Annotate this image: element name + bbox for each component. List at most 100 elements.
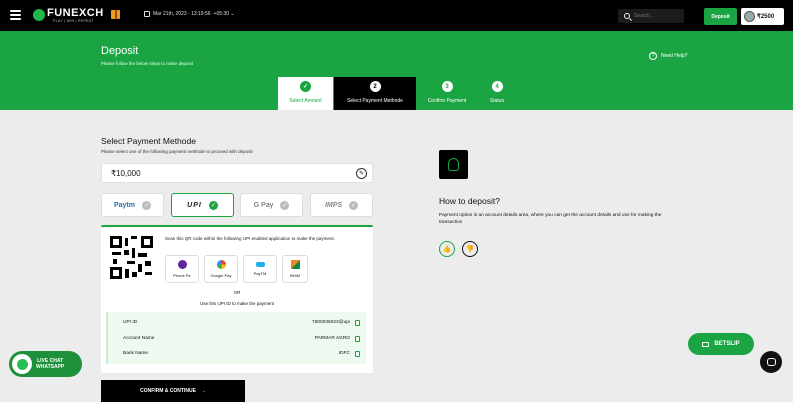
chat-icon <box>766 358 776 366</box>
betslip-label: BETSLIP <box>714 341 740 347</box>
thumbs-up-icon[interactable]: 👍 <box>439 241 455 257</box>
upi-apps: Phone Pe Google Pay PayTM BHIM <box>165 255 308 283</box>
method-label: G Pay <box>253 201 274 209</box>
app-label: Google Pay <box>210 273 232 278</box>
method-upi[interactable]: UPI ✓ <box>171 193 234 217</box>
stepper: ✓ Select Amount 2 Select Payment Methode… <box>278 77 538 110</box>
method-label: IMPS <box>324 201 343 209</box>
qr-code <box>110 236 153 279</box>
logo-tagline: PLAY | WIN | REPEAT <box>53 19 94 23</box>
wallet-balance[interactable]: ₹2500 <box>741 8 784 25</box>
app-phonepe[interactable]: Phone Pe <box>165 255 199 283</box>
how-to-deposit-text: Payment option is an account details are… <box>439 213 662 225</box>
edit-icon[interactable]: ✎ <box>356 168 367 179</box>
check-icon: ✓ <box>280 200 290 210</box>
need-help-link[interactable]: ? Need Help? <box>649 52 687 60</box>
calendar-icon <box>144 11 150 17</box>
phonepe-icon <box>177 260 187 269</box>
detail-value: 7600036023@upi <box>312 320 350 325</box>
need-help-label: Need Help? <box>661 53 688 59</box>
logo[interactable]: FUNEXCH PLAY | WIN | REPEAT <box>33 8 104 24</box>
amount-value: ₹10,000 <box>111 168 141 178</box>
feedback-buttons: 👍 👎 <box>439 241 478 257</box>
whatsapp-chat-button[interactable]: LIVE CHAT WHATSAPP <box>9 351 82 377</box>
detail-row: Bank Name IDFC <box>108 346 368 361</box>
step-label: Confirm Payment <box>427 98 467 104</box>
bhim-icon <box>290 260 300 269</box>
detail-key: Account Name <box>123 336 155 341</box>
top-bar: FUNEXCH PLAY | WIN | REPEAT Mar 21th, 20… <box>0 0 793 31</box>
method-paytm[interactable]: Paytm ✓ <box>101 193 164 217</box>
logo-text: FUNEXCH <box>47 7 104 19</box>
check-icon: ✓ <box>208 200 218 210</box>
step-select-payment[interactable]: 2 Select Payment Methode <box>334 77 416 110</box>
confirm-label: CONFIRM & CONTINUE <box>140 388 196 394</box>
confirm-continue-button[interactable]: CONFIRM & CONTINUE → <box>101 380 245 402</box>
detail-key: Bank Name <box>123 351 149 356</box>
googlepay-icon <box>216 260 226 269</box>
menu-icon[interactable] <box>10 10 21 20</box>
step-check-icon: ✓ <box>300 81 311 92</box>
method-imps[interactable]: IMPS ✓ <box>310 193 373 217</box>
timezone-select[interactable]: +05:30 ⌄ <box>214 11 235 17</box>
search-icon <box>624 13 630 19</box>
copy-icon[interactable] <box>355 319 360 326</box>
gift-icon[interactable] <box>111 10 120 19</box>
thumbs-down-icon[interactable]: 👎 <box>462 241 478 257</box>
app-paytm[interactable]: PayTM <box>243 255 277 283</box>
amount-field[interactable]: ₹10,000 ✎ <box>101 163 373 183</box>
lightbulb-icon <box>439 150 468 179</box>
step-number: 2 <box>369 81 381 92</box>
logo-mark-icon <box>33 9 45 21</box>
detail-key: UPI ID <box>123 320 138 325</box>
detail-value: IDFC <box>338 351 350 356</box>
detail-row: Account Name PARMAR AGRO <box>108 331 368 346</box>
payment-section-subtitle: Please select one of the following payme… <box>101 149 253 154</box>
step-number: 4 <box>491 81 503 92</box>
method-label: UPI <box>187 201 202 209</box>
step-select-amount[interactable]: ✓ Select Amount <box>278 77 333 110</box>
app-label: BHIM <box>290 273 300 278</box>
timezone-value: +05:30 <box>213 11 229 17</box>
detail-value: PARMAR AGRO <box>314 336 350 341</box>
account-details: UPI ID 7600036023@upi Account Name PARMA… <box>106 312 366 364</box>
betslip-button[interactable]: BETSLIP <box>688 333 754 355</box>
check-icon: ✓ <box>142 200 151 210</box>
page-subtitle: Please follow the below steps to make de… <box>101 61 194 66</box>
step-confirm-payment: 3 Confirm Payment <box>418 77 476 110</box>
detail-row: UPI ID 7600036023@upi <box>108 315 368 330</box>
ticket-icon <box>702 341 710 347</box>
deposit-header: Deposit Please follow the below steps to… <box>0 31 793 110</box>
app-bhim[interactable]: BHIM <box>282 255 308 283</box>
copy-icon[interactable] <box>355 350 360 357</box>
whatsapp-icon <box>12 354 32 374</box>
app-label: Phone Pe <box>173 273 191 278</box>
step-number: 3 <box>441 81 453 92</box>
upi-panel: Scan this QR code within the following U… <box>101 225 373 373</box>
balance-value: ₹2500 <box>757 14 775 20</box>
search-input[interactable] <box>634 13 674 19</box>
method-gpay[interactable]: G Pay ✓ <box>240 193 303 217</box>
step-status: 4 Status <box>476 77 518 110</box>
arrow-right-icon: → <box>200 388 206 394</box>
datetime-display: Mar 21th, 2023 - 13:19:56 +05:30 ⌄ <box>144 11 235 17</box>
datetime-text: Mar 21th, 2023 - 13:19:56 <box>153 11 211 17</box>
app-googlepay[interactable]: Google Pay <box>204 255 238 283</box>
how-to-deposit-title: How to deposit? <box>439 196 500 206</box>
chat-button[interactable] <box>760 351 782 373</box>
search-box <box>618 9 684 23</box>
deposit-button[interactable]: Deposit <box>704 8 737 25</box>
payment-methods: Paytm ✓ UPI ✓ G Pay ✓ IMPS ✓ <box>101 193 373 217</box>
scan-instructions: Scan this QR code within the following U… <box>165 236 335 241</box>
step-label: Select Payment Methode <box>347 98 403 104</box>
help-icon: ? <box>649 52 657 60</box>
method-label: Paytm <box>113 201 135 209</box>
avatar <box>744 11 755 22</box>
paytm-icon <box>255 262 265 267</box>
or-divider: OR <box>233 290 241 295</box>
step-label: Select Amount <box>289 98 322 104</box>
copy-icon[interactable] <box>355 335 360 342</box>
app-label: PayTM <box>253 271 267 276</box>
whatsapp-line2: WHATSAPP <box>36 364 65 370</box>
page-title: Deposit <box>101 45 139 57</box>
